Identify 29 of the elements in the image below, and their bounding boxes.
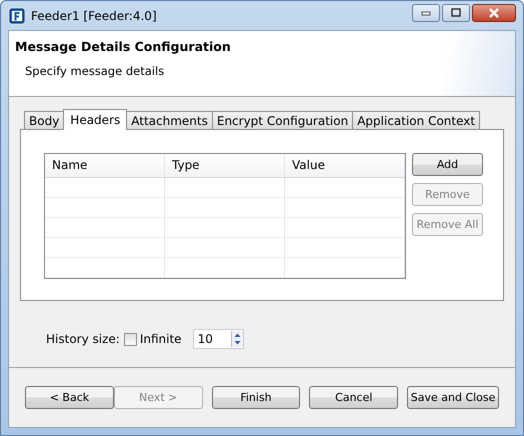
history-size-spinner[interactable]: 10 [192,329,244,349]
maximize-icon [451,8,461,17]
wizard-button[interactable]: Cancel [309,386,398,409]
tab[interactable]: Application Context [352,111,480,129]
tab[interactable]: Body [24,111,64,129]
infinite-label: Infinite [140,332,182,346]
column-header[interactable]: Type [165,154,285,177]
column-header[interactable]: Value [285,154,405,177]
column-header[interactable]: Name [45,154,165,177]
tab[interactable]: Encrypt Configuration [212,111,354,129]
close-button[interactable] [472,4,516,22]
table-action-button[interactable]: Add [412,153,483,176]
maximize-button[interactable] [442,4,470,22]
spin-up-icon[interactable] [232,331,243,339]
history-label: History size: [46,332,120,346]
tab[interactable]: Headers [63,109,128,130]
minimize-icon [421,10,431,16]
minimize-button[interactable] [412,4,440,22]
tab[interactable]: Attachments [126,111,213,129]
page-subtitle: Specify message details [25,64,166,78]
infinite-checkbox[interactable] [124,332,137,346]
wizard-button[interactable]: < Back [25,386,114,409]
wizard-button[interactable]: Save and Close [407,386,499,409]
close-icon [488,8,500,18]
window-title: Feeder1 [Feeder:4.0] [31,8,157,22]
spin-down-icon[interactable] [232,339,243,347]
wizard-button[interactable]: Finish [212,386,300,409]
app-icon [9,8,25,24]
page-title: Message Details Configuration [15,39,232,54]
